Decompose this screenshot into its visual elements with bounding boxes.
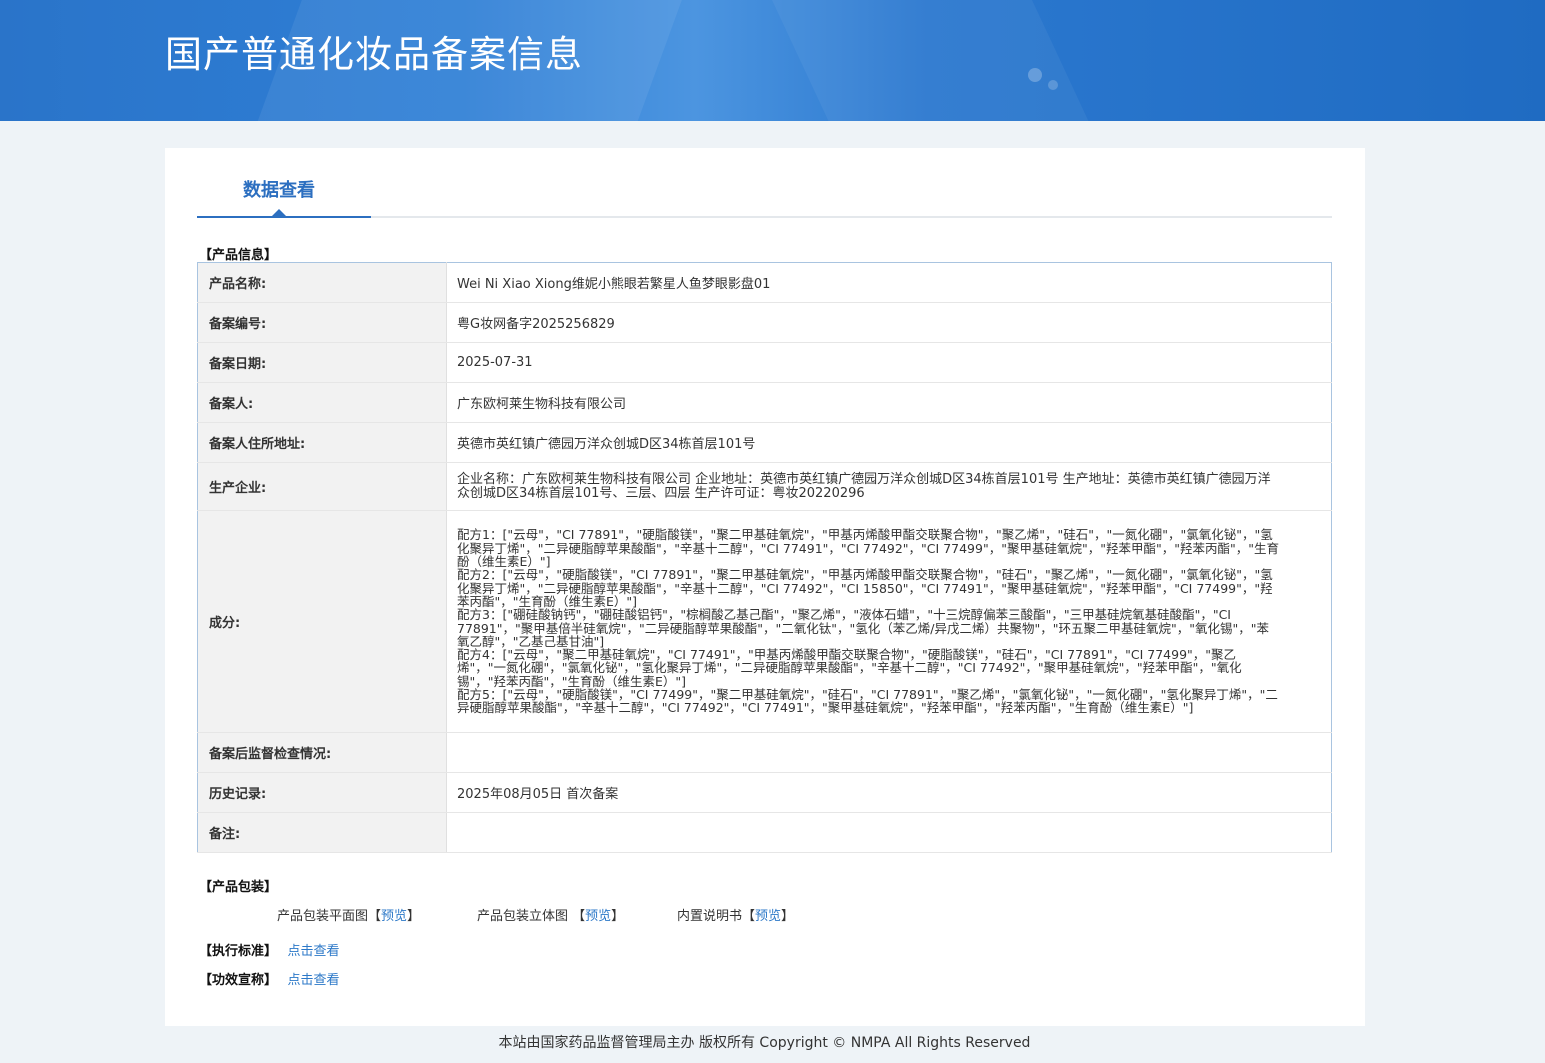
row-label: 成分: — [197, 510, 447, 733]
row-label: 产品名称: — [197, 262, 447, 303]
registration-number-value: 粤G妆网备字2025256829 — [446, 302, 1332, 343]
history-value: 2025年08月05日 首次备案 — [446, 772, 1332, 813]
table-row: 备案编号: 粤G妆网备字2025256829 — [197, 302, 1332, 343]
standard-title: 【执行标准】 — [199, 944, 278, 959]
manufacturer-value: 企业名称：广东欧柯莱生物科技有限公司 企业地址：英德市英红镇广德园万洋众创城D区… — [446, 462, 1332, 511]
formula-text: 配方1：["云母"，"CI 77891"，"硬脂酸镁"，"聚二甲基硅氧烷"，"甲… — [457, 527, 1279, 570]
packaging-item: 产品包装平面图【预览】 — [277, 905, 420, 924]
registration-date-value: 2025-07-31 — [446, 342, 1332, 383]
footer-copyright: 本站由国家药品监督管理局主办 版权所有 Copyright © NMPA All… — [498, 1035, 1031, 1051]
row-label: 历史记录: — [197, 772, 447, 813]
preview-link[interactable]: 预览 — [755, 909, 781, 924]
table-row: 产品名称: Wei Ni Xiao Xiong维妮小熊眼若繁星人鱼梦眼影盘01 — [197, 262, 1332, 303]
banner-decoration — [1028, 68, 1042, 82]
table-row: 备案人: 广东欧柯莱生物科技有限公司 — [197, 382, 1332, 423]
table-row: 备案人住所地址: 英德市英红镇广德园万洋众创城D区34栋首层101号 — [197, 422, 1332, 463]
packaging-label: 产品包装平面图 — [277, 909, 369, 924]
formula-text: 配方5：["云母"，"硬脂酸镁"，"CI 77499"，"聚二甲基硅氧烷"，"硅… — [457, 686, 1278, 716]
row-label: 备案后监督检查情况: — [197, 732, 447, 773]
efficacy-title: 【功效宣称】 — [199, 973, 278, 988]
bracket: 】 — [781, 909, 795, 924]
row-label: 备案人住所地址: — [197, 422, 447, 463]
page-title: 国产普通化妆品备案信息 — [165, 33, 583, 76]
packaging-label: 产品包装立体图 — [477, 909, 573, 924]
content-card: 数据查看 【产品信息】 产品名称: Wei Ni Xiao Xiong维妮小熊眼… — [165, 148, 1365, 1026]
efficacy-view-link[interactable]: 点击查看 — [288, 973, 340, 988]
row-label: 备案编号: — [197, 302, 447, 343]
table-row: 生产企业: 企业名称：广东欧柯莱生物科技有限公司 企业地址：英德市英红镇广德园万… — [197, 462, 1332, 511]
bracket: 【 — [368, 909, 382, 924]
bracket: 】 — [407, 909, 421, 924]
table-row: 成分: 配方1：["云母"，"CI 77891"，"硬脂酸镁"，"聚二甲基硅氧烷… — [197, 510, 1332, 733]
bracket: 】 — [611, 909, 625, 924]
bracket: 【 — [742, 909, 756, 924]
tab-label: 数据查看 — [243, 180, 315, 201]
product-name-value: Wei Ni Xiao Xiong维妮小熊眼若繁星人鱼梦眼影盘01 — [446, 262, 1332, 303]
row-label: 备案人: — [197, 382, 447, 423]
packaging-item: 内置说明书【预览】 — [677, 905, 794, 924]
remarks-value — [446, 812, 1332, 853]
standard-view-link[interactable]: 点击查看 — [288, 944, 340, 959]
tab-caret-icon — [272, 209, 286, 216]
product-info-heading: 【产品信息】 — [199, 248, 278, 263]
row-label: 备注: — [197, 812, 447, 853]
packaging-label: 内置说明书 — [677, 909, 743, 924]
ingredients-value: 配方1：["云母"，"CI 77891"，"硬脂酸镁"，"聚二甲基硅氧烷"，"甲… — [446, 510, 1332, 733]
tab-bar: 数据查看 — [197, 148, 1332, 218]
formula-text: 配方2：["云母"，"硬脂酸镁"，"CI 77891"，"聚二甲基硅氧烷"，"甲… — [457, 567, 1273, 609]
row-label: 生产企业: — [197, 462, 447, 511]
packaging-item: 产品包装立体图 【预览】 — [477, 905, 624, 924]
header-banner: 国产普通化妆品备案信息 — [0, 0, 1545, 121]
table-row: 备案后监督检查情况: — [197, 732, 1332, 773]
table-row: 备注: — [197, 812, 1332, 853]
packaging-heading: 【产品包装】 — [199, 880, 278, 895]
table-row: 备案日期: 2025-07-31 — [197, 342, 1332, 383]
registrant-address-value: 英德市英红镇广德园万洋众创城D区34栋首层101号 — [446, 422, 1332, 463]
formula-text: 配方4：["云母"，"聚二甲基硅氧烷"，"CI 77491"，"甲基丙烯酸甲酯交… — [457, 647, 1242, 689]
standard-heading: 【执行标准】 点击查看 — [199, 940, 340, 959]
inspection-value — [446, 732, 1332, 773]
tab-data-view[interactable]: 数据查看 — [197, 148, 371, 218]
product-info-table: 产品名称: Wei Ni Xiao Xiong维妮小熊眼若繁星人鱼梦眼影盘01 … — [197, 262, 1332, 853]
banner-decoration — [1048, 80, 1058, 90]
efficacy-heading: 【功效宣称】 点击查看 — [199, 969, 340, 988]
preview-link[interactable]: 预览 — [585, 909, 611, 924]
registrant-value: 广东欧柯莱生物科技有限公司 — [446, 382, 1332, 423]
preview-link[interactable]: 预览 — [381, 909, 407, 924]
table-row: 历史记录: 2025年08月05日 首次备案 — [197, 772, 1332, 813]
banner-decoration — [767, 0, 1093, 121]
row-label: 备案日期: — [197, 342, 447, 383]
bracket: 【 — [572, 909, 586, 924]
formula-text: 配方3：["硼硅酸钠钙"，"硼硅酸铝钙"，"棕榈酸乙基己酯"，"聚乙烯"，"液体… — [457, 607, 1269, 649]
